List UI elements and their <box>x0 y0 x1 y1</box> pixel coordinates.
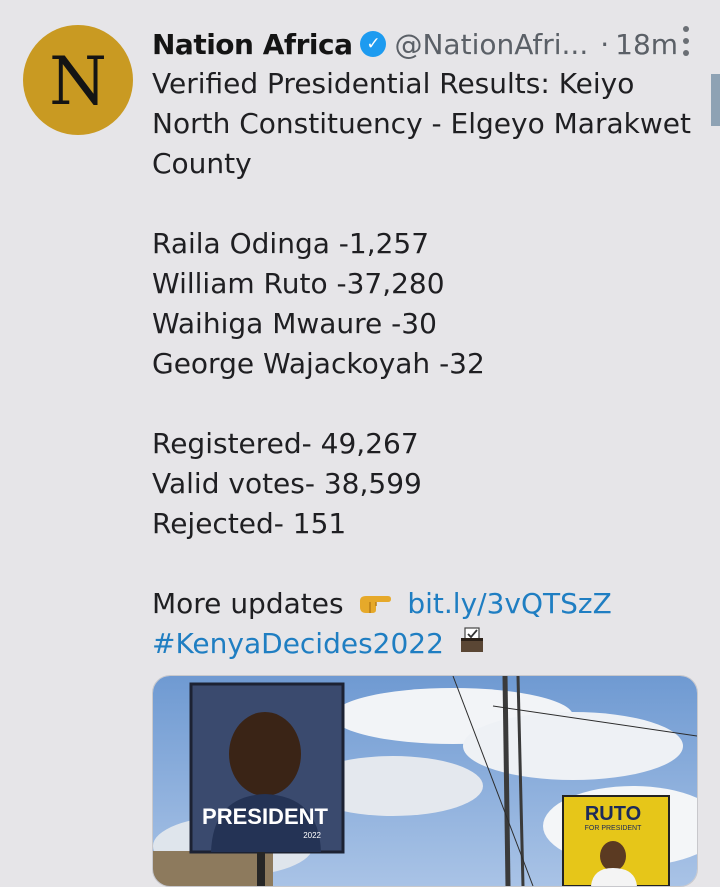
tweet-line <box>152 544 702 584</box>
pointing-hand-icon <box>358 585 392 625</box>
tweet-header: Nation Africa ✓ @NationAfri... · 18m <box>152 24 720 64</box>
tweet-line: County <box>152 147 252 180</box>
tweet-image[interactable]: PRESIDENT 2022 RUTO FOR PRESIDENT <box>152 675 698 887</box>
display-name[interactable]: Nation Africa <box>152 28 353 61</box>
hashtag-link[interactable]: #KenyaDecides2022 <box>152 627 444 660</box>
billboard-right-text: RUTO <box>585 803 641 825</box>
more-options-icon[interactable] <box>682 26 690 56</box>
avatar-letter: N <box>49 43 107 120</box>
tweet-line: Valid votes- 38,599 <box>152 467 422 500</box>
timestamp[interactable]: 18m <box>615 28 678 61</box>
tweet-line: North Constituency - Elgeyo Marakwet <box>152 107 691 140</box>
link-url[interactable]: bit.ly/3vQTSzZ <box>407 587 611 620</box>
tweet-line: Rejected- 151 <box>152 507 347 540</box>
hashtag-line: #KenyaDecides2022 <box>152 624 702 664</box>
tweet-line <box>152 184 702 224</box>
tweet-line: Waihiga Mwaure -30 <box>152 307 437 340</box>
tweet-line: Registered- 49,267 <box>152 427 419 460</box>
tweet-line: Verified Presidential Results: Keiyo <box>152 67 635 100</box>
tweet-line <box>152 384 702 424</box>
tweet-line: Raila Odinga -1,257 <box>152 227 430 260</box>
verified-badge-icon: ✓ <box>360 31 387 57</box>
billboard-left-year: 2022 <box>303 831 321 840</box>
tweet-text: Verified Presidential Results: Keiyo Nor… <box>152 64 702 664</box>
ballot-box-icon <box>459 625 485 665</box>
more-updates-text: More updates <box>152 587 344 620</box>
billboard-right-sub: FOR PRESIDENT <box>585 825 643 832</box>
handle[interactable]: @NationAfri... <box>394 28 588 61</box>
separator-dot: · <box>600 27 610 61</box>
tweet-line: George Wajackoyah -32 <box>152 347 485 380</box>
more-updates-line: More updates bit.ly/3vQTSzZ <box>152 584 702 624</box>
tweet-line: William Ruto -37,280 <box>152 267 445 300</box>
billboard-left-text: PRESIDENT <box>202 804 328 829</box>
scrollbar-thumb[interactable] <box>711 74 720 126</box>
avatar[interactable]: N <box>23 25 133 135</box>
